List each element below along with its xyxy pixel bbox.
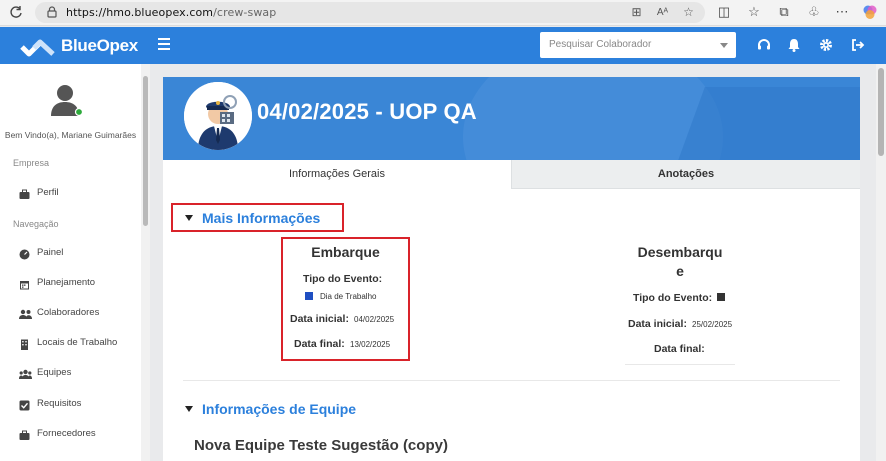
menu-toggle-icon[interactable] <box>158 38 170 50</box>
embarque-inicial-value: 04/02/2025 <box>354 315 395 324</box>
tab-bar: Informações Gerais Anotações <box>163 160 860 189</box>
sidebar-item-equipes[interactable]: Equipes <box>19 365 139 381</box>
dashboard-icon <box>19 247 30 260</box>
embarque-inicial-label: Data inicial: <box>290 313 349 325</box>
sidebar-item-requisitos[interactable]: Requisitos <box>19 396 139 412</box>
page-scroll-thumb[interactable] <box>878 68 884 156</box>
tab-anotacoes[interactable]: Anotações <box>511 160 860 189</box>
grid-icon[interactable]: ⊞ <box>629 5 644 20</box>
tab-informacoes-gerais[interactable]: Informações Gerais <box>163 160 511 189</box>
logout-icon[interactable] <box>850 37 866 53</box>
favorites-icon[interactable]: ☆ <box>746 4 762 20</box>
more-icon[interactable]: ⋯ <box>834 4 850 20</box>
sidebar-item-colaboradores[interactable]: Colaboradores <box>19 305 139 321</box>
hero-banner: 04/02/2025 - UOP QA <box>163 77 860 160</box>
checkbox-icon <box>19 398 30 411</box>
lock-icon <box>45 5 59 19</box>
chevron-down-icon <box>720 43 728 48</box>
sidebar-scroll-thumb[interactable] <box>143 76 148 226</box>
section-label-navegacao: Navegação <box>13 219 59 229</box>
sidebar-scrollbar[interactable] <box>141 64 150 461</box>
users-icon <box>19 307 32 319</box>
sidebar-item-label: Requisitos <box>37 398 82 409</box>
app-header: BlueOpex Pesquisar Colaborador <box>0 27 886 64</box>
blueopex-logo-icon <box>20 35 56 57</box>
event-type-color-swatch <box>717 293 725 301</box>
welcome-text: Bem Vindo(a), Mariane Guimarães <box>4 130 137 140</box>
notifications-bell-icon[interactable] <box>786 37 802 53</box>
embarque-tipo-value: Dia de Trabalho <box>320 292 377 301</box>
briefcase-icon <box>19 187 30 199</box>
sidebar-item-perfil[interactable]: Perfil <box>19 185 139 201</box>
settings-gear-icon[interactable] <box>818 37 834 53</box>
sidebar-item-fornecedores[interactable]: Fornecedores <box>19 426 139 442</box>
section-divider <box>183 380 840 381</box>
embarque-tipo-label: Tipo do Evento: <box>303 273 383 285</box>
embarque-title: Embarque <box>311 244 380 260</box>
sidebar-item-label: Painel <box>37 247 64 258</box>
desembarque-title-line2: e <box>676 263 684 279</box>
brand-name: BlueOpex <box>61 36 138 55</box>
main-card: 04/02/2025 - UOP QA Informações Gerais A… <box>163 77 860 461</box>
sidebar-item-label: Locais de Trabalho <box>37 337 118 348</box>
calendar-icon <box>19 277 30 290</box>
sidebar-item-label: Fornecedores <box>37 428 96 439</box>
page-title: 04/02/2025 - UOP QA <box>257 99 477 124</box>
favorite-star-icon[interactable]: ☆ <box>681 5 696 20</box>
desembarque-final-label: Data final: <box>654 343 705 355</box>
team-name: Nova Equipe Teste Sugestão (copy) <box>194 437 448 454</box>
reload-icon[interactable] <box>8 5 24 21</box>
caret-down-icon <box>185 215 193 221</box>
url-text: https://hmo.blueopex.com/crew-swap <box>66 6 277 19</box>
read-aloud-icon[interactable]: Aᴬ <box>655 5 670 20</box>
extensions-icon[interactable]: ♧ <box>806 4 822 20</box>
caret-down-icon <box>185 406 193 412</box>
support-headset-icon[interactable] <box>756 37 772 53</box>
sidebar-item-locais-de-trabalho[interactable]: Locais de Trabalho <box>19 335 139 351</box>
section-label-empresa: Empresa <box>13 158 50 168</box>
sidebar: Bem Vindo(a), Mariane Guimarães Empresa … <box>0 64 150 461</box>
desembarque-inicial-label: Data inicial: <box>628 318 687 330</box>
address-bar[interactable]: https://hmo.blueopex.com/crew-swap ⊞ Aᴬ … <box>35 2 705 23</box>
embarque-final-value: 13/02/2025 <box>350 340 391 349</box>
sidebar-item-painel[interactable]: Painel <box>19 245 139 261</box>
sidebar-item-planejamento[interactable]: Planejamento <box>19 275 139 291</box>
divider <box>625 364 735 365</box>
event-type-color-swatch <box>305 292 313 300</box>
search-collaborator-select[interactable]: Pesquisar Colaborador <box>540 32 736 58</box>
briefcase-icon <box>19 428 30 440</box>
embarque-final-label: Data final: <box>294 338 345 350</box>
desembarque-tipo-label: Tipo do Evento: <box>633 292 713 304</box>
desembarque-title-line1: Desembarqu <box>637 244 723 260</box>
desembarque-inicial-value: 25/02/2025 <box>692 320 733 329</box>
sidebar-item-label: Planejamento <box>37 277 96 288</box>
sidebar-item-label: Perfil <box>37 187 59 198</box>
team-icon <box>19 367 32 379</box>
page-scrollbar[interactable] <box>876 64 886 461</box>
copilot-icon[interactable] <box>862 4 878 20</box>
split-screen-icon[interactable]: ◫ <box>716 4 732 20</box>
browser-toolbar: https://hmo.blueopex.com/crew-swap ⊞ Aᴬ … <box>0 0 886 26</box>
crew-avatar-icon <box>184 82 252 150</box>
sidebar-item-label: Colaboradores <box>37 307 100 318</box>
building-icon <box>19 337 30 350</box>
user-avatar-icon[interactable] <box>49 82 84 118</box>
sidebar-item-label: Equipes <box>37 367 72 378</box>
collections-icon[interactable]: ⧉ <box>776 4 792 20</box>
search-placeholder: Pesquisar Colaborador <box>549 39 652 50</box>
